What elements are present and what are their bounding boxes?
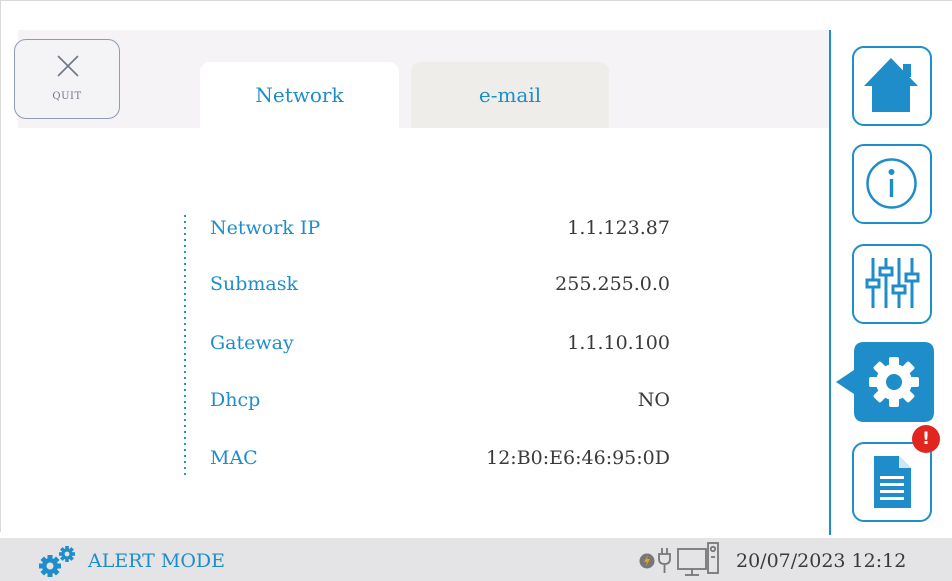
dotted-separator: [184, 213, 186, 477]
dhcp-label: Dhcp: [210, 389, 261, 411]
network-ip-value: 1.1.123.87: [567, 217, 670, 239]
document-icon: [874, 456, 911, 508]
gateway-row: Gateway 1.1.10.100: [210, 332, 670, 362]
quit-label: QUIT: [52, 91, 82, 102]
mac-label: MAC: [210, 447, 258, 469]
power-status-icon: [639, 548, 671, 573]
alert-badge: !: [912, 425, 940, 453]
gear-icon: [836, 342, 934, 422]
left-border: [0, 0, 1, 532]
tab-email[interactable]: e-mail: [411, 62, 609, 128]
tab-email-label: e-mail: [478, 83, 542, 107]
gears-icon: [39, 546, 75, 577]
gateway-value: 1.1.10.100: [567, 332, 670, 354]
network-ip-label: Network IP: [210, 217, 321, 239]
mac-row: MAC 12:B0:E6:46:95:0D: [210, 447, 670, 477]
sidebar-divider: [829, 30, 831, 535]
report-button[interactable]: [852, 442, 932, 522]
quit-button[interactable]: QUIT: [14, 39, 120, 119]
tab-network[interactable]: Network: [200, 62, 399, 128]
submask-label: Submask: [210, 273, 299, 295]
sliders-icon: [865, 258, 920, 308]
gateway-label: Gateway: [210, 332, 294, 354]
datetime-label: 20/07/2023 12:12: [736, 550, 907, 572]
alert-mode-label: ALERT MODE: [88, 550, 226, 572]
mac-value: 12:B0:E6:46:95:0D: [486, 447, 670, 469]
info-button[interactable]: [852, 144, 932, 224]
sliders-button[interactable]: [852, 244, 932, 324]
close-icon: [57, 55, 79, 77]
tab-network-label: Network: [255, 83, 344, 107]
home-button[interactable]: [852, 46, 932, 126]
top-border: [0, 0, 952, 1]
info-icon: [866, 158, 917, 209]
submask-value: 255.255.0.0: [555, 273, 670, 295]
home-icon: [864, 58, 918, 112]
settings-button[interactable]: [834, 342, 934, 422]
submask-row: Submask 255.255.0.0: [210, 273, 670, 303]
computer-icon: [677, 542, 719, 576]
network-ip-row: Network IP 1.1.123.87: [210, 217, 670, 247]
dhcp-value: NO: [637, 389, 670, 411]
dhcp-row: Dhcp NO: [210, 389, 670, 419]
